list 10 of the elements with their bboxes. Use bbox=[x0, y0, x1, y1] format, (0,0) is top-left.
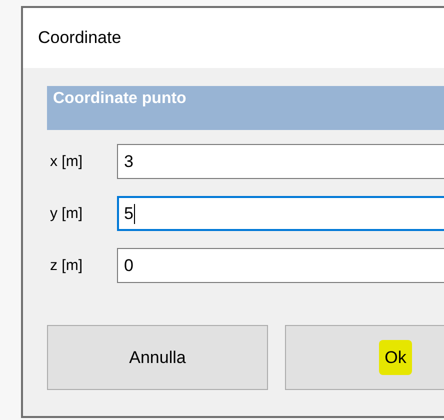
field-label: z [m] bbox=[49, 257, 84, 274]
input-field[interactable]: 0 bbox=[117, 248, 444, 283]
window-title: Coordinate bbox=[23, 8, 444, 68]
field-label: x [m] bbox=[49, 153, 84, 170]
ok-button[interactable]: Ok bbox=[285, 325, 444, 390]
cancel-button[interactable]: Annulla bbox=[47, 325, 268, 390]
input-field[interactable]: 3 bbox=[117, 144, 444, 179]
input-field[interactable]: 5 bbox=[117, 196, 444, 231]
group-header: Coordinate punto bbox=[47, 86, 444, 130]
field-label: y [m] bbox=[49, 205, 84, 222]
